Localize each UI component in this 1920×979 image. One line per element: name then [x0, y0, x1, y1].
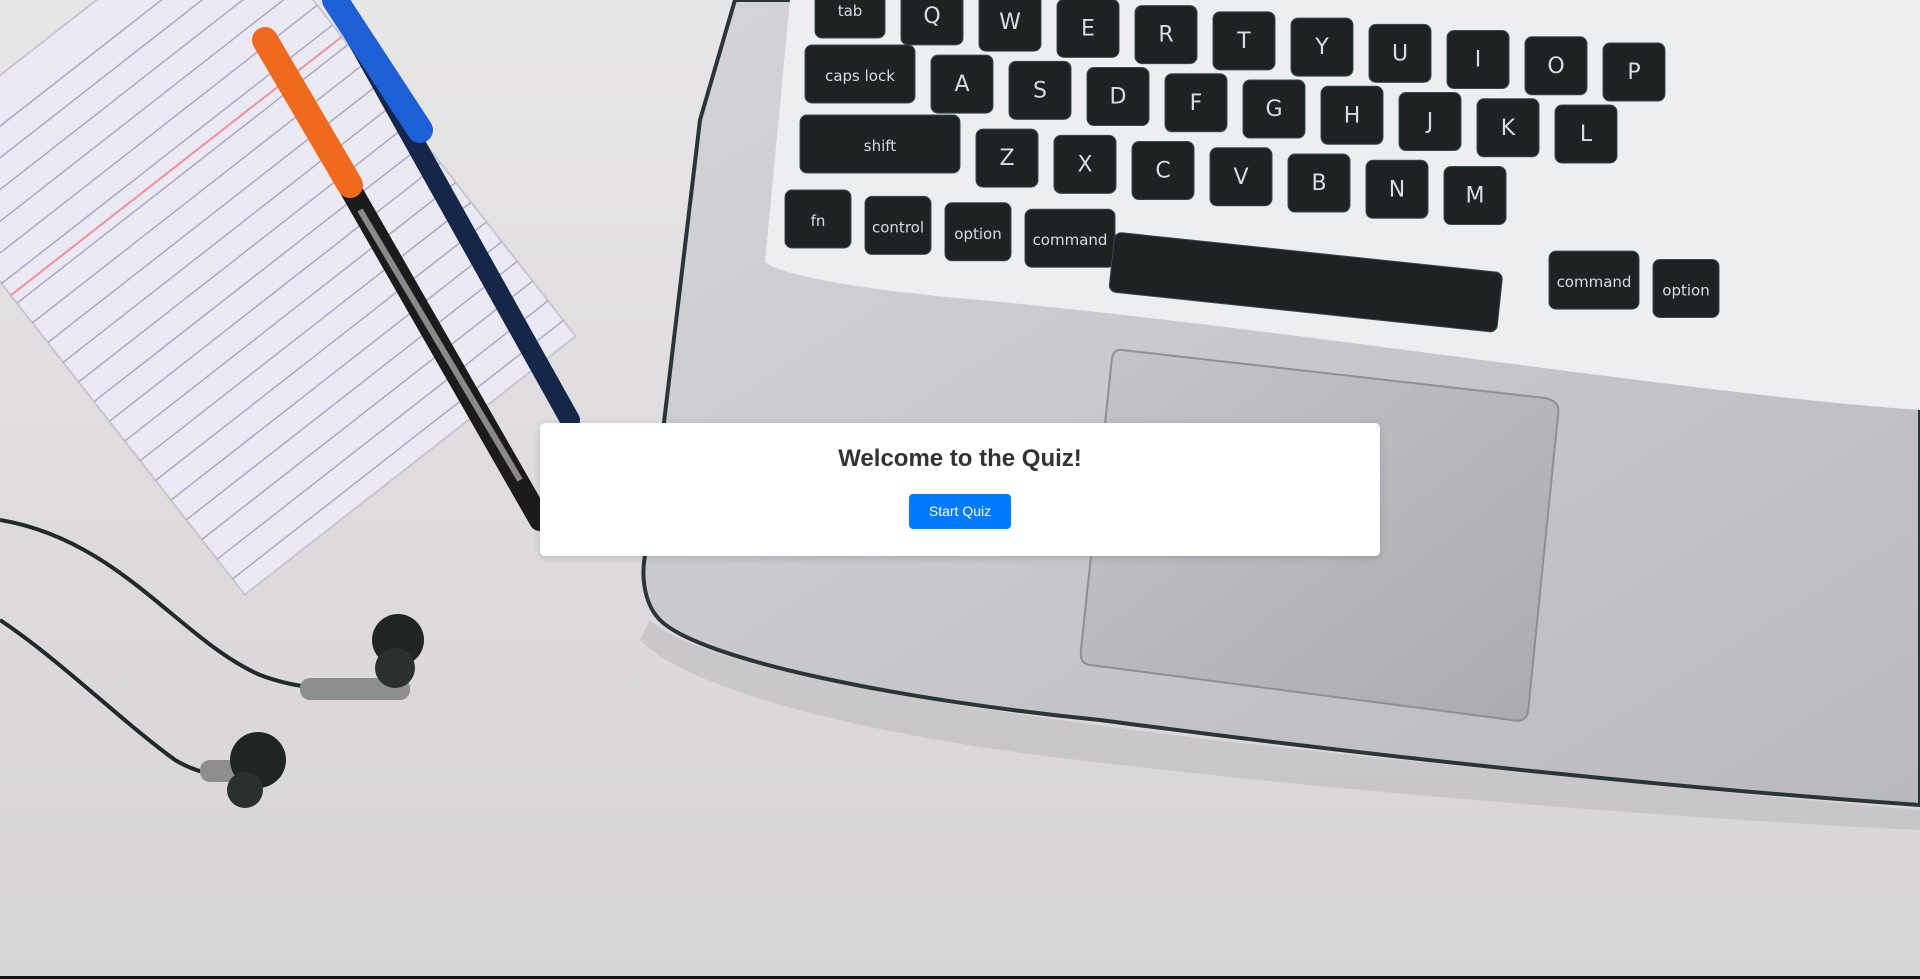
keyboard-key-label: W [999, 10, 1021, 35]
quiz-page: tab Q W E R T Y U I O Pcaps lock A S D F G H J K Lshift Z X C V… [0, 0, 1920, 979]
keyboard-key-label: command [1033, 231, 1108, 249]
keyboard-key-label: B [1311, 171, 1326, 196]
keyboard-key-label: L [1580, 122, 1593, 147]
earphones [0, 518, 381, 778]
keyboard-key-label: X [1077, 152, 1092, 177]
keyboard-key-label: D [1110, 85, 1127, 110]
start-quiz-button[interactable]: Start Quiz [908, 494, 1012, 529]
keyboard-key-label: C [1155, 159, 1170, 184]
keyboard-key-label: caps lock [825, 67, 895, 85]
quiz-welcome-card: Welcome to the Quiz! Start Quiz [540, 423, 1380, 556]
keyboard-key-label: G [1265, 97, 1282, 122]
keyboard-key-label: E [1081, 16, 1095, 41]
keyboard-key-label: Z [999, 146, 1014, 171]
keyboard-key-label: F [1190, 91, 1203, 116]
keyboard-key-label: T [1236, 29, 1251, 54]
keyboard-key-label: shift [864, 137, 897, 155]
keyboard-key-label: P [1627, 60, 1640, 85]
keyboard-key-label: command [1557, 273, 1632, 291]
keyboard-key-label: M [1466, 184, 1485, 209]
quiz-title: Welcome to the Quiz! [838, 445, 1082, 472]
keyboard-key-label: U [1392, 41, 1408, 66]
keyboard-key-label: I [1475, 48, 1482, 73]
keyboard-key-label: J [1425, 110, 1434, 135]
keyboard-key-label: N [1389, 177, 1405, 202]
keyboard-key-label: Q [923, 4, 940, 29]
keyboard-key-label: option [954, 225, 1001, 243]
earbuds [200, 614, 424, 808]
keyboard-key-label: R [1158, 23, 1173, 48]
keyboard-key-label: option [1662, 281, 1709, 299]
keyboard-key-label: H [1344, 103, 1361, 128]
keyboard-key-label: S [1033, 78, 1047, 103]
keyboard-key-label: A [954, 72, 969, 97]
keyboard-key-label: control [872, 218, 924, 236]
keyboard-key-label: O [1547, 54, 1564, 79]
keyboard-key-label: fn [811, 212, 826, 230]
keyboard-key-label: V [1233, 165, 1248, 190]
keyboard-key-label: K [1501, 116, 1516, 141]
keyboard-key-label: tab [838, 2, 863, 20]
keyboard-key-label: Y [1314, 35, 1329, 60]
